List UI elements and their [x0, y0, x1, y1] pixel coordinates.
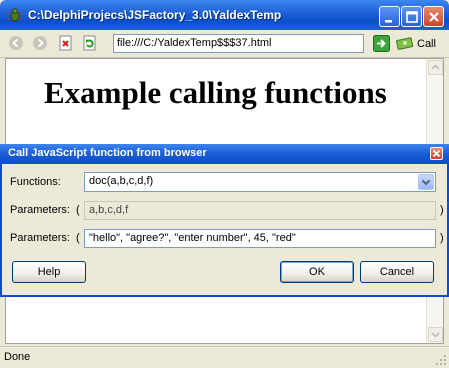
refresh-icon[interactable]: [82, 35, 98, 51]
chevron-down-icon[interactable]: [418, 174, 434, 190]
parameters-values-input[interactable]: "hello", "agree?", "enter number", 45, "…: [84, 229, 436, 248]
dialog-title-bar[interactable]: Call JavaScript function from browser: [0, 144, 449, 164]
call-button[interactable]: Call: [396, 35, 436, 53]
close-icon[interactable]: [423, 6, 444, 27]
page-heading: Example calling functions: [44, 75, 387, 110]
forward-icon[interactable]: [32, 35, 48, 51]
money-icon: [396, 36, 414, 53]
open-paren-1: (: [76, 204, 80, 216]
minimize-icon[interactable]: [379, 6, 400, 27]
close-paren-2: ): [440, 232, 444, 244]
stop-icon[interactable]: [58, 35, 74, 51]
dialog-title: Call JavaScript function from browser: [8, 147, 207, 159]
bug-icon: [7, 7, 23, 23]
address-input[interactable]: file:///C:/YaldexTemp$$$37.html: [113, 34, 364, 53]
scroll-up-icon[interactable]: [428, 60, 443, 75]
functions-label: Functions:: [10, 176, 61, 188]
title-bar[interactable]: C:\DelphiProjecs\JSFactory_3.0\YaldexTem…: [0, 0, 449, 30]
open-paren-2: (: [76, 232, 80, 244]
ok-button[interactable]: OK: [280, 261, 354, 283]
browser-window: C:\DelphiProjecs\JSFactory_3.0\YaldexTem…: [0, 0, 449, 368]
parameters-signature-field: a,b,c,d,f: [84, 201, 436, 220]
parameters-label-2: Parameters:: [10, 232, 70, 244]
back-icon[interactable]: [8, 35, 24, 51]
functions-select[interactable]: doc(a,b,c,d,f): [84, 172, 436, 192]
call-function-dialog: Call JavaScript function from browser Fu…: [0, 144, 449, 297]
call-label: Call: [417, 38, 436, 50]
status-text: Done: [4, 351, 31, 363]
maximize-icon[interactable]: [401, 6, 422, 27]
dialog-close-icon[interactable]: [430, 147, 443, 160]
functions-select-value: doc(a,b,c,d,f): [89, 175, 154, 187]
go-arrow-icon[interactable]: [373, 35, 390, 52]
status-bar: Done: [0, 346, 449, 368]
scroll-down-icon[interactable]: [428, 327, 443, 342]
close-paren-1: ): [440, 204, 444, 216]
toolbar: file:///C:/YaldexTemp$$$37.html Call: [0, 30, 449, 58]
parameters-label-1: Parameters:: [10, 204, 70, 216]
help-button[interactable]: Help: [12, 261, 86, 283]
cancel-button[interactable]: Cancel: [360, 261, 434, 283]
window-title: C:\DelphiProjecs\JSFactory_3.0\YaldexTem…: [28, 8, 282, 22]
resize-grip-icon[interactable]: [435, 354, 447, 366]
